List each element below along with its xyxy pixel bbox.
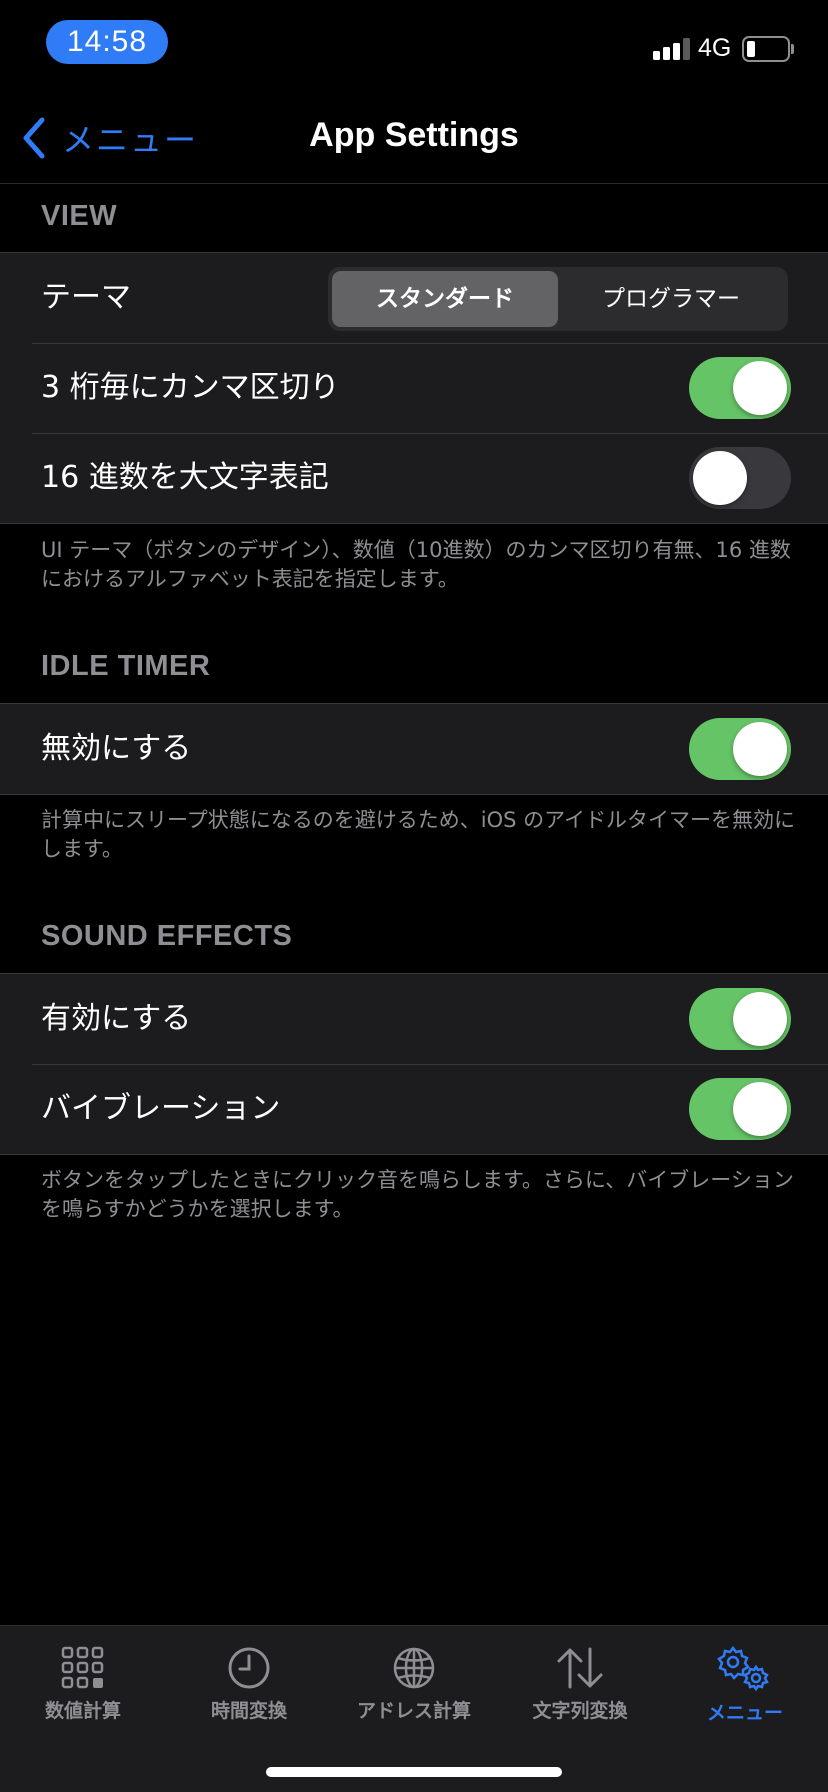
hex-uppercase-label: 16 進数を大文字表記: [41, 460, 329, 495]
tab-address-calc[interactable]: アドレス計算: [331, 1646, 497, 1732]
status-bar: 14:58 4G: [0, 0, 828, 90]
toggle-knob: [693, 451, 747, 505]
section-header-idle-timer: IDLE TIMER: [41, 650, 211, 682]
toggle-knob: [733, 361, 787, 415]
toggle-knob: [733, 992, 787, 1046]
battery-level: [747, 41, 755, 57]
home-indicator[interactable]: [266, 1767, 562, 1777]
theme-label: テーマ: [41, 280, 131, 315]
battery-icon: [742, 36, 790, 62]
sound-enable-row: 有効にする: [0, 974, 828, 1064]
sound-enable-toggle[interactable]: [689, 988, 791, 1050]
settings-group-view: テーマ スタンダード プログラマー 3 桁毎にカンマ区切り 16 進数を大文字表…: [0, 252, 828, 524]
tab-string-convert[interactable]: 文字列変換: [497, 1646, 663, 1732]
tab-menu[interactable]: メニュー: [662, 1646, 828, 1732]
theme-option-standard[interactable]: スタンダード: [332, 271, 558, 327]
idle-timer-disable-label: 無効にする: [41, 731, 192, 766]
hex-uppercase-row: 16 進数を大文字表記: [0, 433, 828, 523]
gears-icon: [717, 1646, 769, 1692]
vibration-row: バイブレーション: [0, 1064, 828, 1154]
settings-group-idle-timer: 無効にする: [0, 703, 828, 795]
app-settings-screen: 14:58 4G メニュー App Settings VIEW テーマ スタンダ…: [0, 0, 828, 1792]
sound-enable-label: 有効にする: [41, 1001, 192, 1036]
idle-timer-disable-toggle[interactable]: [689, 718, 791, 780]
toggle-knob: [733, 722, 787, 776]
grid-keypad-icon: [61, 1646, 104, 1689]
tab-time-convert[interactable]: 時間変換: [166, 1646, 332, 1732]
up-down-arrows-icon: [557, 1647, 603, 1689]
theme-row: テーマ スタンダード プログラマー: [0, 253, 828, 343]
view-section-footer: UI テーマ（ボタンのデザイン）、数値（10進数）のカンマ区切り有無、16 進数…: [41, 538, 791, 591]
tab-number-calc[interactable]: 数値計算: [0, 1646, 166, 1732]
battery-cap: [791, 44, 794, 54]
clock-icon: [228, 1647, 270, 1689]
status-time[interactable]: 14:58: [46, 20, 168, 64]
theme-segmented-control[interactable]: スタンダード プログラマー: [328, 267, 788, 331]
vibration-toggle[interactable]: [689, 1078, 791, 1140]
network-type: 4G: [698, 34, 732, 62]
comma-separator-label: 3 桁毎にカンマ区切り: [41, 370, 340, 405]
comma-separator-toggle[interactable]: [689, 357, 791, 419]
tab-label: アドレス計算: [356, 1700, 471, 1722]
tab-label: メニュー: [706, 1702, 783, 1724]
theme-option-programmer[interactable]: プログラマー: [558, 271, 784, 327]
tab-label: 文字列変換: [532, 1700, 628, 1722]
comma-separator-row: 3 桁毎にカンマ区切り: [0, 343, 828, 433]
page-title: App Settings: [309, 116, 519, 154]
sound-effects-section-footer: ボタンをタップしたときにクリック音を鳴らします。さらに、バイブレーションを鳴らす…: [41, 1168, 794, 1221]
idle-timer-section-footer: 計算中にスリープ状態になるのを避けるため、iOS のアイドルタイマーを無効にしま…: [41, 808, 796, 861]
vibration-label: バイブレーション: [41, 1091, 281, 1126]
toggle-knob: [733, 1082, 787, 1136]
hex-uppercase-toggle[interactable]: [689, 447, 791, 509]
cellular-signal-icon: [653, 38, 693, 60]
tab-label: 数値計算: [44, 1700, 121, 1722]
globe-icon: [393, 1647, 435, 1689]
tab-label: 時間変換: [210, 1700, 287, 1722]
navigation-bar: メニュー App Settings: [0, 90, 828, 184]
section-header-sound-effects: SOUND EFFECTS: [41, 920, 293, 952]
idle-timer-disable-row: 無効にする: [0, 704, 828, 794]
settings-group-sound-effects: 有効にする バイブレーション: [0, 973, 828, 1155]
section-header-view: VIEW: [41, 200, 118, 232]
